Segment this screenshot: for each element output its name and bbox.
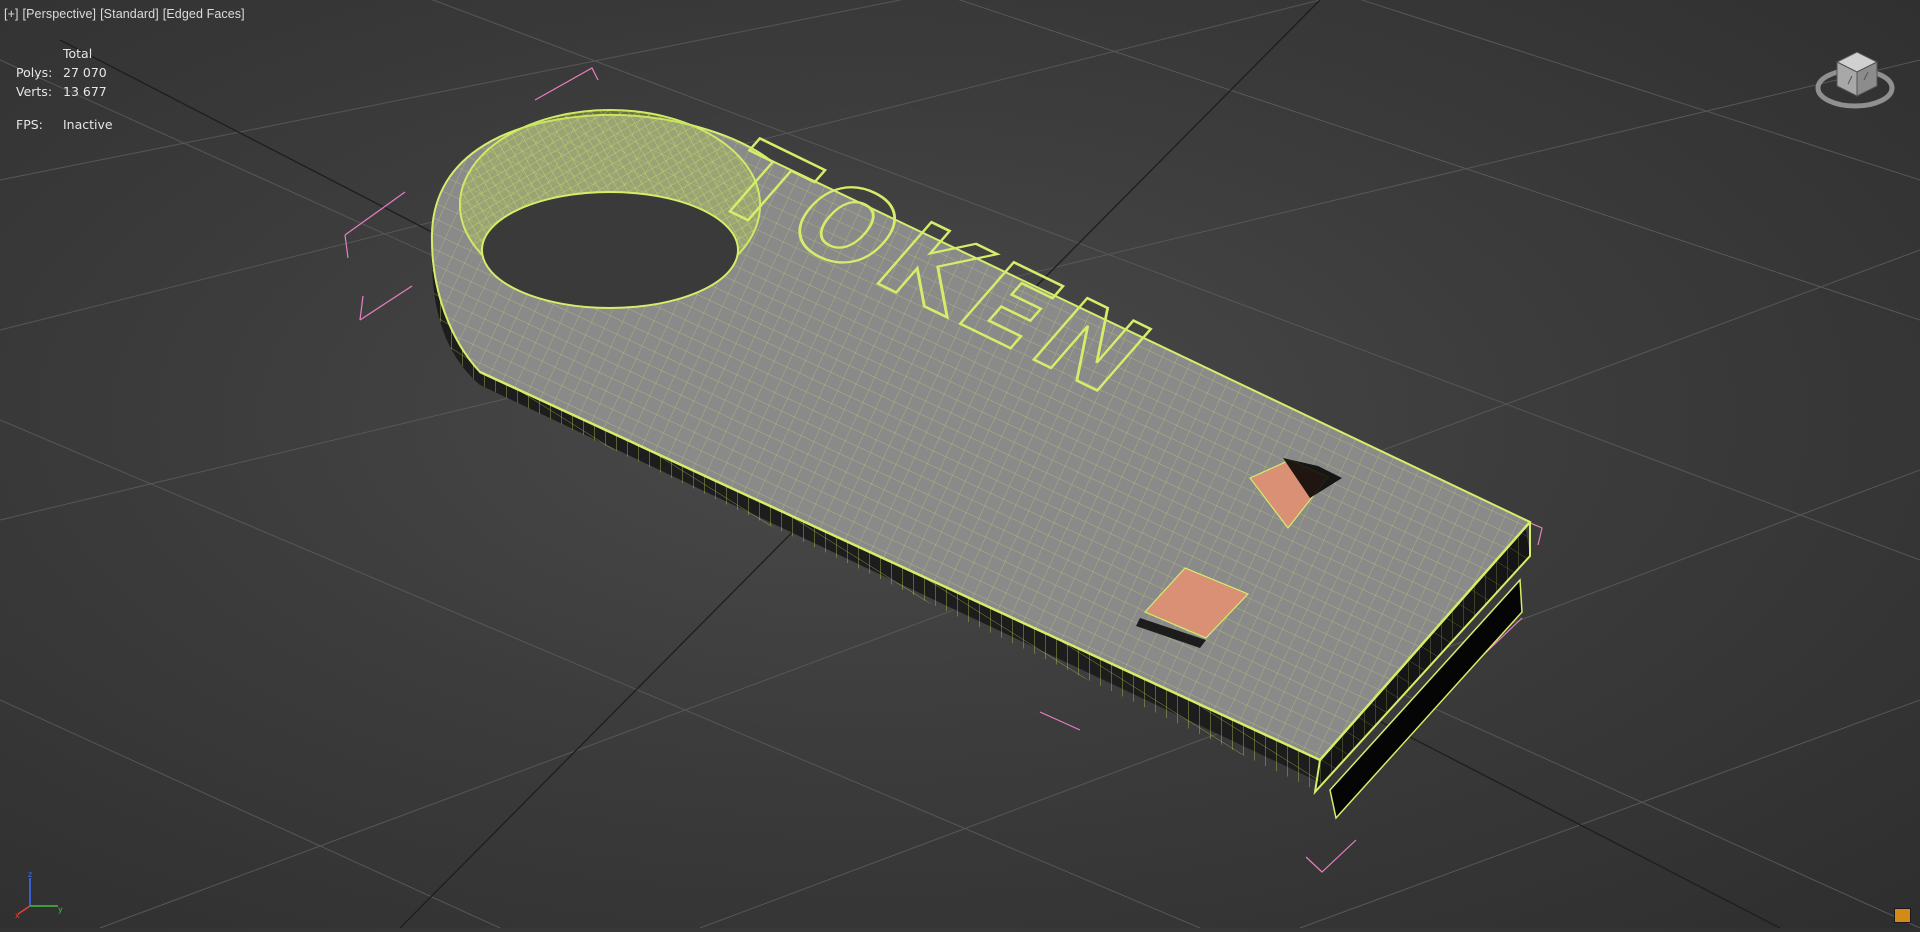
fps-value: Inactive (63, 117, 113, 132)
viewport-menu-plus[interactable]: [+] (4, 7, 19, 21)
svg-text:x: x (15, 911, 20, 918)
axis-tripod-icon: z x y (8, 868, 68, 920)
viewport-menu-shading[interactable]: [Standard] (100, 7, 159, 21)
viewport-menu-perspective[interactable]: [Perspective] (23, 7, 97, 21)
statistics-overlay: Total Polys: 27 070 Verts: 13 677 (16, 44, 107, 101)
corner-button[interactable] (1894, 908, 1911, 923)
fps-label: FPS: (16, 117, 43, 132)
svg-text:z: z (28, 870, 32, 879)
svg-text:y: y (58, 905, 63, 914)
scene: TOKEN (0, 0, 1920, 929)
polys-value: 27 070 (63, 65, 107, 80)
perspective-viewport[interactable]: TOKEN [+] [Perspective] [Standard] [Edged F… (0, 0, 1920, 929)
fps-readout: FPS: Inactive (16, 117, 113, 132)
stats-header: Total (63, 46, 93, 61)
polys-label: Polys: (16, 65, 53, 80)
verts-value: 13 677 (63, 84, 107, 99)
viewcube-icon[interactable] (1812, 34, 1898, 114)
viewport-label-menu: [+] [Perspective] [Standard] [Edged Faces] (4, 7, 249, 21)
viewport-menu-edged-faces[interactable]: [Edged Faces] (163, 7, 245, 21)
token-model: TOKEN (430, 109, 1532, 820)
verts-label: Verts: (16, 84, 53, 99)
